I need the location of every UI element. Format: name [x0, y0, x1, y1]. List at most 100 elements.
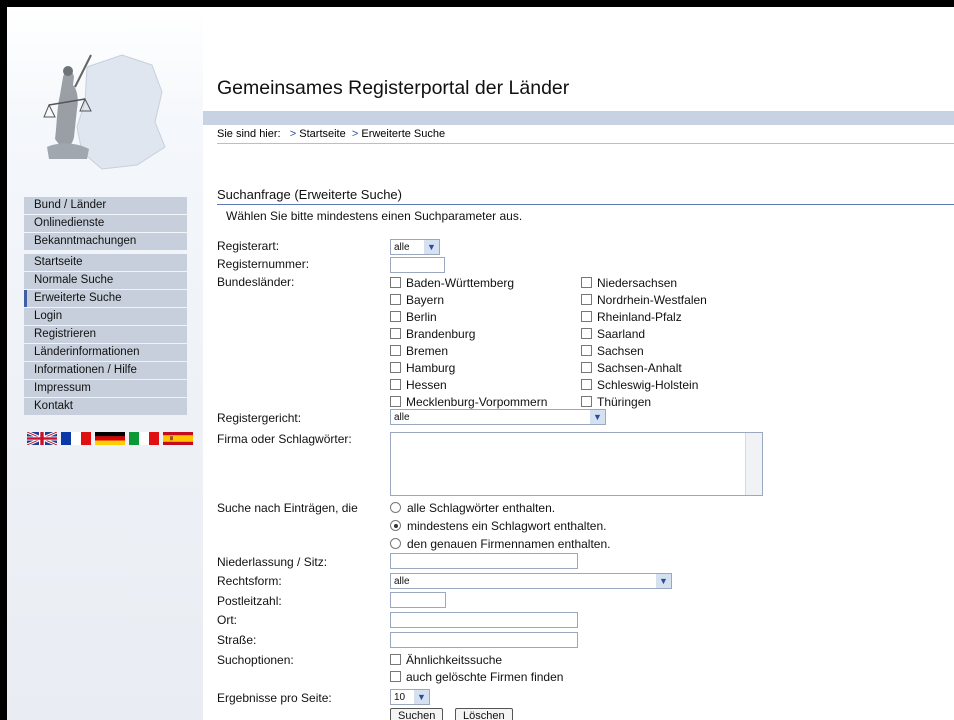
breadcrumb-link-startseite[interactable]: Startseite [299, 128, 345, 140]
suchoption-label: auch gelöschte Firmen finden [406, 670, 564, 684]
strasse-label: Straße: [217, 633, 257, 647]
bundeslaender-label: Bundesländer: [217, 275, 295, 289]
radio-button[interactable] [390, 502, 401, 513]
checkbox-box[interactable] [581, 277, 592, 288]
clear-button[interactable]: Löschen [455, 708, 513, 720]
checkbox-box[interactable] [390, 396, 401, 407]
sidebar-item-0[interactable]: Bund / Länder [24, 197, 187, 214]
plz-label: Postleitzahl: [217, 594, 282, 608]
land-checkbox[interactable]: Brandenburg [390, 326, 475, 342]
land-checkbox[interactable]: Niedersachsen [581, 275, 677, 291]
land-label: Bremen [406, 344, 449, 358]
suchoption-label: Ähnlichkeitssuche [406, 653, 503, 667]
registergericht-value: alle [394, 412, 410, 423]
niederlassung-label: Niederlassung / Sitz: [217, 555, 328, 569]
sidebar-item-main-1[interactable]: Normale Suche [24, 272, 187, 289]
radio-button[interactable] [390, 538, 401, 549]
suche-radio-option[interactable]: mindestens ein Schlagwort enthalten. [390, 518, 606, 534]
land-label: Mecklenburg-Vorpommern [406, 395, 548, 409]
checkbox-box[interactable] [581, 396, 592, 407]
checkbox-box[interactable] [390, 362, 401, 373]
nav-group-main: Startseite Normale Suche Erweiterte Suche L… [24, 254, 187, 416]
land-checkbox[interactable]: Berlin [390, 309, 437, 325]
checkbox-box[interactable] [581, 345, 592, 356]
sidebar-item-main-7[interactable]: Impressum [24, 380, 187, 397]
registerart-select[interactable]: alle ▼ [390, 239, 440, 255]
suche-radio-option[interactable]: alle Schlagwörter enthalten. [390, 500, 555, 516]
uk-flag-icon[interactable] [27, 432, 57, 445]
rechtsform-select[interactable]: alle ▼ [390, 573, 672, 589]
checkbox-box[interactable] [581, 311, 592, 322]
germany-flag-icon[interactable] [95, 432, 125, 445]
land-checkbox[interactable]: Bayern [390, 292, 444, 308]
ergebnisse-select[interactable]: 10 ▼ [390, 689, 430, 705]
sidebar-item-main-4[interactable]: Registrieren [24, 326, 187, 343]
suchoption-checkbox[interactable]: Ähnlichkeitssuche [390, 652, 502, 668]
sidebar-item-main-8[interactable]: Kontakt [24, 398, 187, 415]
strasse-input[interactable] [390, 632, 578, 648]
land-checkbox[interactable]: Hessen [390, 377, 447, 393]
land-checkbox[interactable]: Sachsen-Anhalt [581, 360, 682, 376]
checkbox-box[interactable] [390, 671, 401, 682]
land-checkbox[interactable]: Nordrhein-Westfalen [581, 292, 707, 308]
registergericht-label: Registergericht: [217, 411, 302, 425]
left-sidebar: Bund / Länder Onlinedienste Bekanntmachung… [7, 7, 203, 720]
breadcrumb-prefix: Sie sind hier: [217, 128, 281, 140]
search-button[interactable]: Suchen [390, 708, 444, 720]
sidebar-item-1[interactable]: Onlinedienste [24, 215, 187, 232]
ort-input[interactable] [390, 612, 578, 628]
registernummer-input[interactable] [390, 257, 445, 273]
land-label: Brandenburg [406, 327, 476, 341]
header-bar [203, 111, 954, 125]
land-checkbox[interactable]: Schleswig-Holstein [581, 377, 698, 393]
chevron-down-icon: ▼ [656, 574, 671, 588]
checkbox-box[interactable] [390, 379, 401, 390]
land-checkbox[interactable]: Bremen [390, 343, 448, 359]
checkbox-box[interactable] [390, 654, 401, 665]
sidebar-item-main-3[interactable]: Login [24, 308, 187, 325]
land-checkbox[interactable]: Thüringen [581, 394, 651, 410]
breadcrumb-current[interactable]: Erweiterte Suche [361, 128, 445, 140]
sidebar-item-main-2[interactable]: Erweiterte Suche [24, 290, 187, 307]
checkbox-box[interactable] [581, 294, 592, 305]
chevron-down-icon: ▼ [424, 240, 439, 254]
land-checkbox[interactable]: Baden-Württemberg [390, 275, 514, 291]
sidebar-item-main-6[interactable]: Informationen / Hilfe [24, 362, 187, 379]
checkbox-box[interactable] [390, 311, 401, 322]
checkbox-box[interactable] [390, 277, 401, 288]
firma-textarea[interactable] [390, 432, 763, 496]
textarea-scrollbar[interactable] [745, 433, 762, 495]
chevron-down-icon: ▼ [414, 690, 429, 704]
suche-radio-option[interactable]: den genauen Firmennamen enthalten. [390, 536, 610, 552]
spain-flag-icon[interactable] [163, 432, 193, 445]
land-label: Thüringen [597, 395, 652, 409]
france-flag-icon[interactable] [61, 432, 91, 445]
niederlassung-input[interactable] [390, 553, 578, 569]
land-checkbox[interactable]: Sachsen [581, 343, 644, 359]
land-label: Saarland [597, 327, 646, 341]
checkbox-box[interactable] [390, 328, 401, 339]
registergericht-select[interactable]: alle ▼ [390, 409, 606, 425]
plz-input[interactable] [390, 592, 446, 608]
italy-flag-icon[interactable] [129, 432, 159, 445]
suchoption-checkbox[interactable]: auch gelöschte Firmen finden [390, 669, 563, 685]
land-checkbox[interactable]: Hamburg [390, 360, 455, 376]
checkbox-box[interactable] [390, 294, 401, 305]
checkbox-box[interactable] [581, 362, 592, 373]
sidebar-item-2[interactable]: Bekanntmachungen [24, 233, 187, 250]
ergebnisse-label: Ergebnisse pro Seite: [217, 691, 332, 705]
checkbox-box[interactable] [581, 328, 592, 339]
land-label: Rheinland-Pfalz [597, 310, 682, 324]
land-checkbox[interactable]: Mecklenburg-Vorpommern [390, 394, 547, 410]
justitia-map-logo-icon [43, 54, 166, 170]
sidebar-item-main-0[interactable]: Startseite [24, 254, 187, 271]
land-label: Berlin [406, 310, 437, 324]
land-checkbox[interactable]: Rheinland-Pfalz [581, 309, 682, 325]
checkbox-box[interactable] [581, 379, 592, 390]
checkbox-box[interactable] [390, 345, 401, 356]
land-checkbox[interactable]: Saarland [581, 326, 645, 342]
land-label: Hessen [406, 378, 447, 392]
rechtsform-value: alle [394, 576, 410, 587]
radio-button[interactable] [390, 520, 401, 531]
sidebar-item-main-5[interactable]: Länderinformationen [24, 344, 187, 361]
